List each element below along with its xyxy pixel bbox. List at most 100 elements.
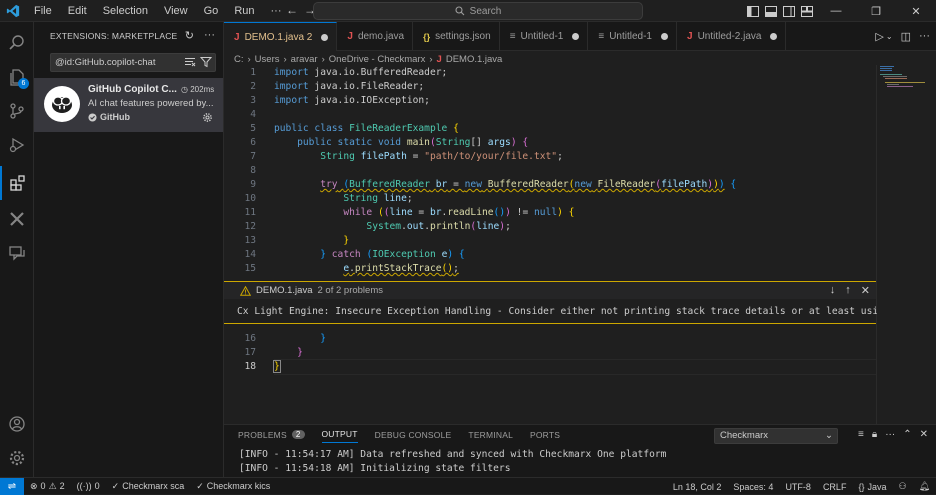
tab-ports[interactable]: PORTS: [530, 429, 560, 443]
more-actions-icon[interactable]: ···: [885, 429, 895, 440]
tab-demo1-java[interactable]: J DEMO.1.java 2: [224, 22, 338, 51]
tab-demo-java[interactable]: J demo.java: [337, 22, 414, 51]
breadcrumb-item[interactable]: Users: [255, 54, 280, 65]
extension-search-value: @id:GitHub.copilot-chat: [55, 57, 156, 68]
breadcrumb-item[interactable]: C:: [234, 54, 244, 65]
checkmarx-sca-status[interactable]: ✓ Checkmarx sca: [106, 481, 191, 492]
run-file-icon[interactable]: ▷: [875, 30, 883, 43]
breadcrumb-item[interactable]: DEMO.1.java: [446, 54, 503, 65]
restore-window-icon[interactable]: ❐: [856, 0, 896, 22]
filter-output-icon[interactable]: ≡: [858, 429, 864, 440]
breadcrumb-item[interactable]: OneDrive - Checkmarx: [329, 54, 426, 65]
plain-file-icon: ≡: [598, 31, 605, 42]
unsaved-dot-icon[interactable]: [321, 33, 329, 41]
encoding[interactable]: UTF-8: [779, 482, 817, 492]
tab-untitled-1[interactable]: ≡ Untitled-1: [500, 22, 589, 51]
maximize-panel-chevron-up-icon[interactable]: ⌃: [903, 429, 911, 440]
extensions-sidebar: EXTENSIONS: MARKETPLACE ↻ ··· @id:GitHub…: [34, 22, 224, 477]
extension-search-input[interactable]: @id:GitHub.copilot-chat: [50, 53, 216, 72]
checkmarx-icon[interactable]: [0, 202, 34, 236]
extension-settings-gear-icon[interactable]: [202, 112, 213, 126]
java-file-icon: J: [436, 53, 442, 65]
remote-indicator-icon[interactable]: ⇌: [0, 477, 24, 495]
customize-layout-icon[interactable]: [798, 0, 816, 22]
close-window-icon[interactable]: ✕: [896, 0, 936, 22]
tab-settings-json[interactable]: {} settings.json: [413, 22, 500, 51]
chevron-down-icon: ⌄: [825, 430, 833, 441]
code-line: 17 }: [244, 347, 303, 358]
tab-problems[interactable]: PROBLEMS 2: [238, 429, 305, 443]
lock-scroll-icon[interactable]: 🔒︎: [872, 429, 877, 440]
search-placeholder: Search: [469, 5, 502, 17]
problems-status[interactable]: ⊗ 0 ⚠ 2: [24, 481, 71, 492]
breadcrumb-item[interactable]: aravar: [291, 54, 318, 65]
previous-problem-arrow-icon[interactable]: ↑: [845, 284, 851, 297]
explorer-search-icon[interactable]: [0, 26, 34, 60]
filter-icon[interactable]: [200, 56, 212, 68]
problem-peek-widget: DEMO.1.java 2 of 2 problems ↓ ↑ ✕ Cx Lig…: [224, 281, 877, 324]
tab-untitled-2-java[interactable]: J Untitled-2.java: [677, 22, 787, 51]
tab-label: settings.json: [435, 31, 491, 42]
menu-view[interactable]: View: [156, 0, 196, 22]
next-problem-arrow-icon[interactable]: ↓: [830, 284, 836, 297]
clock-icon: ◷: [181, 85, 188, 94]
extensions-icon[interactable]: [0, 166, 34, 200]
breadcrumb: C: › Users › aravar › OneDrive - Checkmarx ›…: [234, 53, 503, 65]
chat-icon[interactable]: [0, 236, 34, 270]
minimize-window-icon[interactable]: —: [816, 0, 856, 22]
menu-selection[interactable]: Selection: [95, 0, 156, 22]
clear-filter-icon[interactable]: [184, 56, 196, 68]
output-line: [INFO - 11:54:18 AM] Initializing state …: [239, 463, 511, 474]
menu-run[interactable]: Run: [226, 0, 262, 22]
source-control-icon[interactable]: [0, 94, 34, 128]
copilot-status-icon[interactable]: ⚇: [892, 481, 912, 492]
command-center-search[interactable]: Search: [313, 2, 643, 20]
minimap[interactable]: [876, 65, 936, 425]
bottom-panel: PROBLEMS 2 OUTPUT DEBUG CONSOLE TERMINAL…: [224, 424, 936, 477]
current-line-highlight: [274, 359, 876, 375]
unsaved-dot-icon[interactable]: [572, 33, 580, 40]
language-mode[interactable]: {} Java: [852, 482, 892, 492]
toggle-secondary-sidebar-icon[interactable]: [780, 0, 798, 22]
error-icon: ⊗: [30, 480, 38, 491]
indentation[interactable]: Spaces: 4: [727, 482, 779, 492]
code-line: 15 e.printStackTrace();: [244, 263, 459, 274]
checkmarx-kics-status[interactable]: ✓ Checkmarx kics: [190, 481, 276, 492]
toggle-sidebar-icon[interactable]: [744, 0, 762, 22]
more-actions-icon[interactable]: ···: [204, 29, 215, 42]
unsaved-dot-icon[interactable]: [770, 33, 778, 40]
check-icon: ✓: [111, 480, 120, 491]
extension-list-item[interactable]: GitHub Copilot C... ◷ 202ms AI chat feat…: [34, 78, 223, 132]
run-debug-icon[interactable]: [0, 128, 34, 162]
refresh-icon[interactable]: ↻: [185, 29, 194, 42]
menu-edit[interactable]: Edit: [60, 0, 95, 22]
tab-terminal[interactable]: TERMINAL: [468, 429, 513, 443]
account-icon[interactable]: [0, 407, 34, 441]
code-line: 13 }: [244, 235, 350, 246]
tab-debug-console[interactable]: DEBUG CONSOLE: [375, 429, 452, 443]
warning-icon: [240, 285, 251, 296]
cursor-position[interactable]: Ln 18, Col 2: [667, 482, 728, 492]
menu-go[interactable]: Go: [196, 0, 227, 22]
close-panel-icon[interactable]: ✕: [920, 429, 928, 440]
unsaved-dot-icon[interactable]: [661, 33, 668, 40]
explorer-files-icon[interactable]: 6: [0, 60, 34, 94]
output-channel-select[interactable]: Checkmarx ⌄: [714, 428, 838, 444]
code-line: 4: [250, 109, 256, 120]
menu-file[interactable]: File: [26, 0, 60, 22]
toggle-panel-icon[interactable]: [762, 0, 780, 22]
manage-gear-icon[interactable]: [0, 441, 34, 475]
end-of-line[interactable]: CRLF: [817, 482, 853, 492]
notifications-bell-icon[interactable]: 🔔︎: [913, 481, 936, 492]
warning-icon: ⚠: [48, 480, 57, 491]
code-editor[interactable]: 1 import java.io.BufferedReader; 2 import …: [224, 65, 876, 425]
tab-untitled-1b[interactable]: ≡ Untitled-1: [588, 22, 677, 51]
run-dropdown-chevron-icon[interactable]: ⌄: [886, 32, 893, 43]
split-editor-icon[interactable]: ◫: [901, 30, 911, 43]
back-arrow-icon[interactable]: ←: [286, 3, 298, 17]
java-file-icon: J: [234, 31, 240, 43]
close-peek-icon[interactable]: ✕: [861, 284, 870, 297]
editor-more-actions-icon[interactable]: ···: [919, 30, 930, 43]
tab-output[interactable]: OUTPUT: [321, 429, 358, 443]
ports-status[interactable]: ((·)) 0: [71, 481, 106, 491]
